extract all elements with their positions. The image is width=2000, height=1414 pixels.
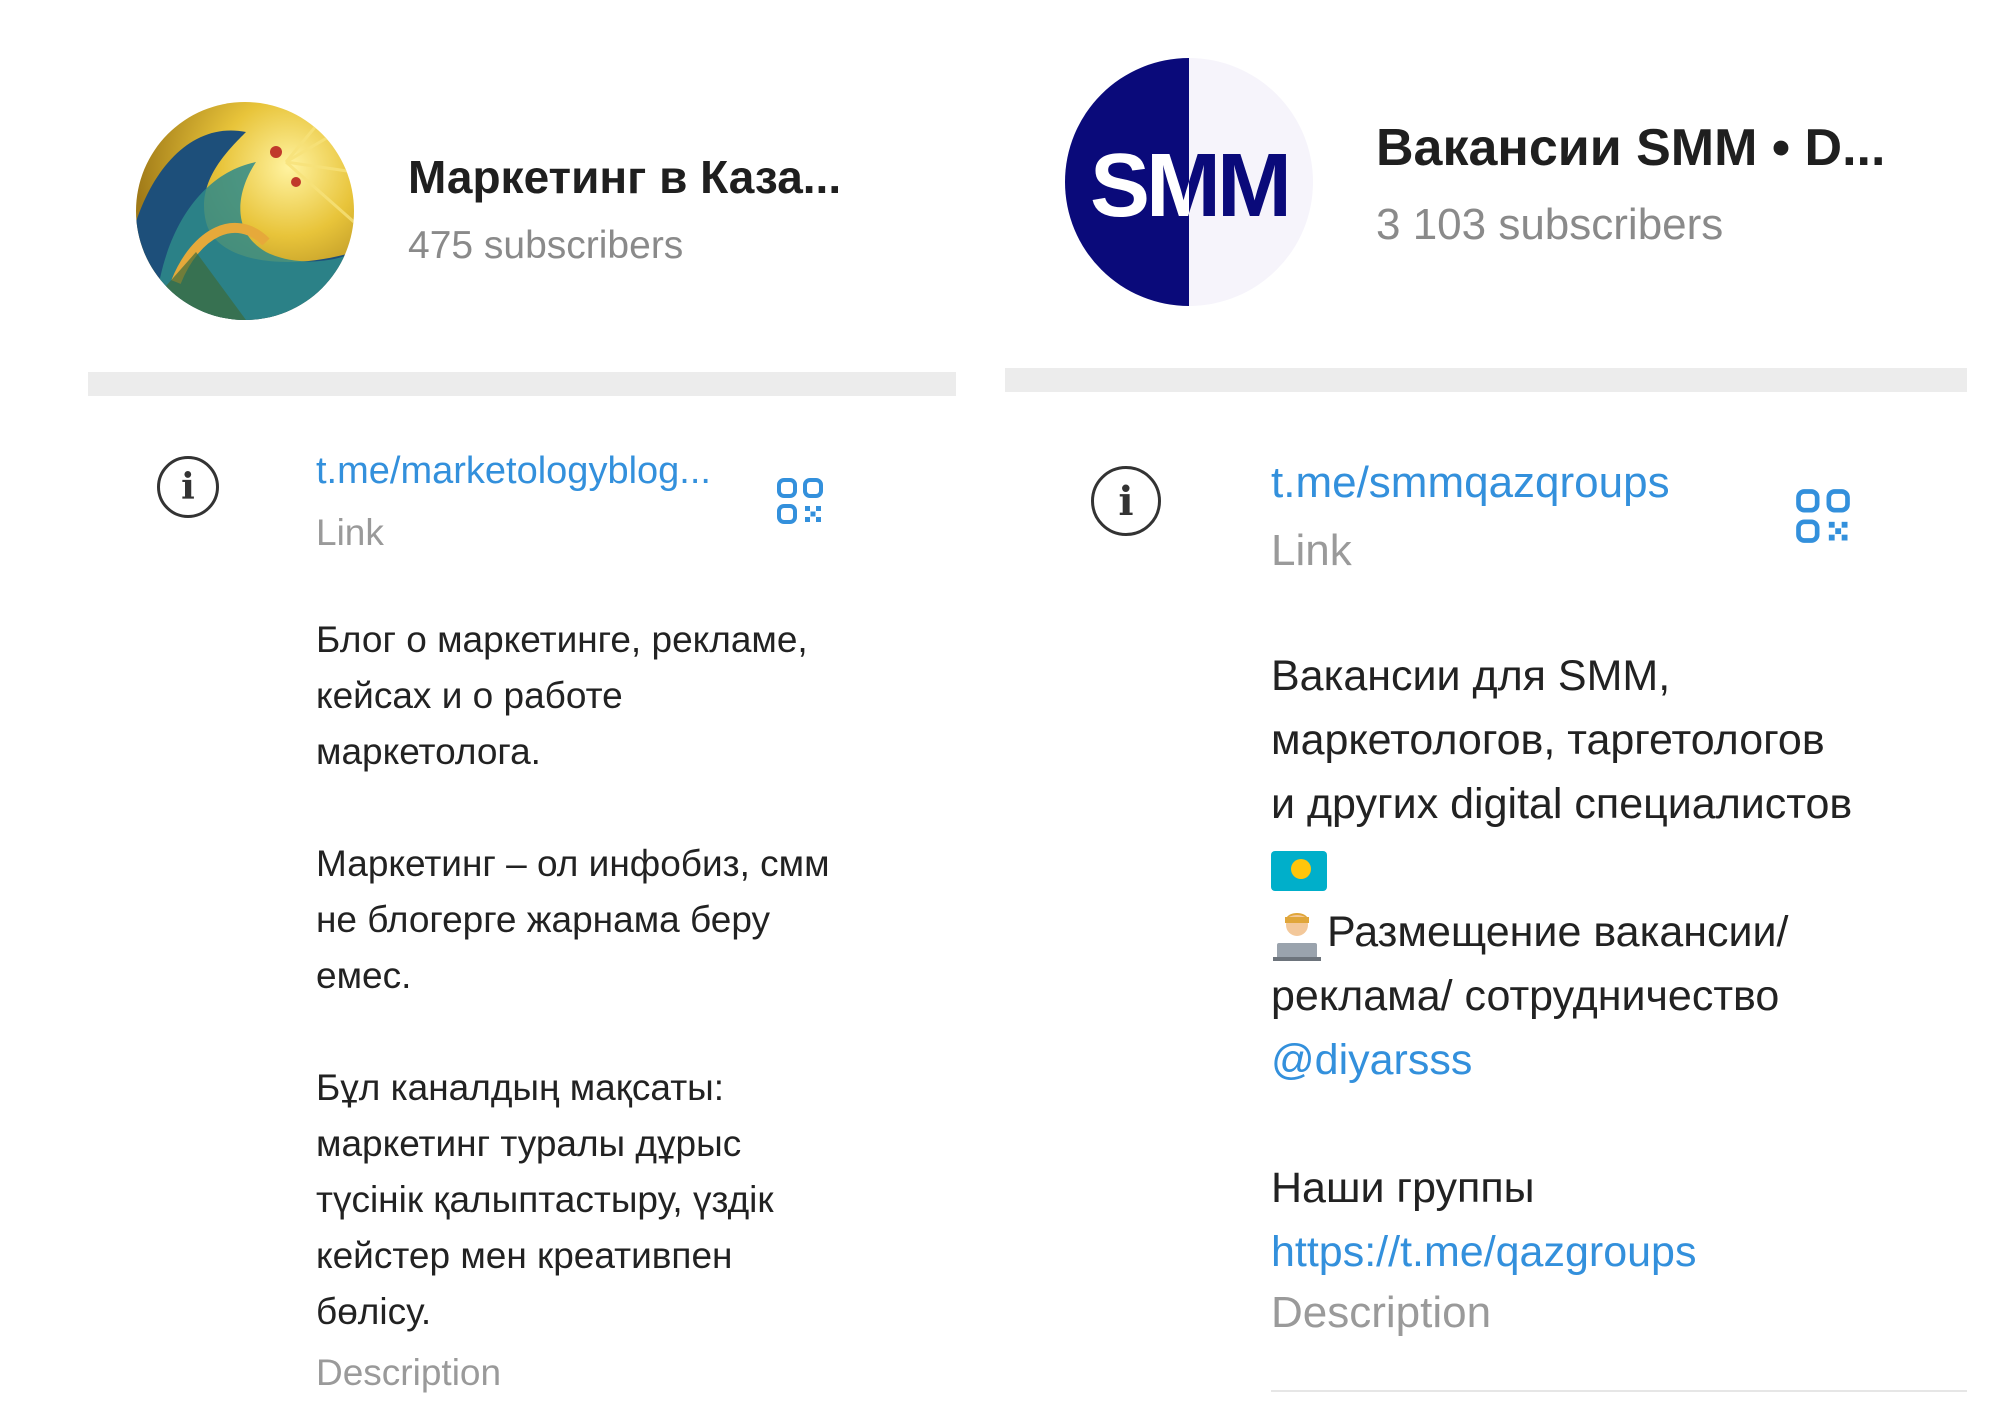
kazakhstan-flag-icon: [1271, 850, 1327, 891]
channel-info-panel-left: Маркетинг в Каза... 475 subscribers i t.…: [88, 0, 956, 1414]
description-line: Вакансии для SMM,: [1271, 652, 1671, 700]
mention-link[interactable]: @diyarsss: [1271, 1028, 1951, 1092]
sun-wave-painting-avatar: [136, 102, 354, 320]
channel-title: Вакансии SMM • D...: [1376, 119, 1886, 177]
description-line: не блогерге жарнама беру: [316, 899, 771, 940]
info-icon: i: [157, 456, 219, 518]
subscriber-count: 475 subscribers: [408, 224, 684, 267]
section-divider: [88, 372, 956, 396]
channel-description: Блог о маркетинге, рекламе, кейсах и о р…: [316, 612, 936, 1340]
channel-link[interactable]: t.me/smmqazqroups: [1271, 458, 1670, 508]
channel-description: Вакансии для SMM, маркетологов, таргетол…: [1271, 644, 1951, 1284]
bottom-divider: [1271, 1390, 1967, 1392]
spacer-line: [1271, 1092, 1951, 1156]
description-line: Блог о маркетинге, рекламе,: [316, 619, 808, 660]
channel-info-panel-right: SMM SMM Вакансии SMM • D... 3 103 subscr…: [1005, 0, 1967, 1414]
description-label: Description: [1271, 1288, 1492, 1337]
channel-title: Маркетинг в Каза...: [408, 151, 842, 203]
channel-header: Маркетинг в Каза... 475 subscribers: [88, 0, 956, 370]
groups-url-link[interactable]: https://t.me/qazgroups: [1271, 1220, 1951, 1284]
description-line: маркетолога.: [316, 731, 541, 772]
qr-code-icon[interactable]: [776, 477, 824, 525]
person-laptop-icon: [1273, 912, 1321, 961]
description-label: Description: [316, 1352, 502, 1393]
description-line: емес.: [316, 955, 412, 996]
description-line: кейсах и о работе: [316, 675, 623, 716]
description-line: Размещение вакансии/: [1271, 900, 1951, 964]
description-line: реклама/ сотрудничество: [1271, 972, 1780, 1020]
section-divider: [1005, 368, 1967, 392]
description-line: Бұл каналдың мақсаты:: [316, 1067, 725, 1108]
link-label: Link: [316, 512, 384, 553]
description-line: кейстер мен креативпен: [316, 1235, 733, 1276]
channel-header: SMM SMM Вакансии SMM • D... 3 103 subscr…: [1005, 0, 1967, 370]
channel-link[interactable]: t.me/marketologyblog...: [316, 450, 711, 493]
description-paragraph: Бұл каналдың мақсаты: маркетинг туралы д…: [316, 1060, 936, 1340]
flag-line: [1271, 836, 1951, 900]
info-icon: i: [1091, 466, 1161, 536]
description-line: түсінік қалыптастыру, үздік: [316, 1179, 774, 1220]
link-label: Link: [1271, 526, 1352, 575]
description-line: маркетинг туралы дұрыс: [316, 1123, 742, 1164]
channel-avatar[interactable]: SMM SMM: [1065, 58, 1313, 306]
smm-logo-avatar: SMM SMM: [1065, 58, 1313, 306]
subscriber-count: 3 103 subscribers: [1376, 200, 1724, 249]
description-line: бөлісу.: [316, 1291, 432, 1332]
description-line: маркетологов, таргетологов: [1271, 716, 1825, 764]
description-line: и других digital специалистов: [1271, 780, 1853, 828]
description-text: Размещение вакансии/: [1327, 908, 1789, 956]
description-line: Наши группы: [1271, 1164, 1535, 1212]
description-paragraph: Маркетинг – ол инфобиз, смм не блогерге …: [316, 836, 936, 1004]
qr-code-icon[interactable]: [1795, 488, 1851, 544]
channel-avatar[interactable]: [136, 102, 354, 320]
description-line: Маркетинг – ол инфобиз, смм: [316, 843, 830, 884]
description-paragraph: Блог о маркетинге, рекламе, кейсах и о р…: [316, 612, 936, 780]
